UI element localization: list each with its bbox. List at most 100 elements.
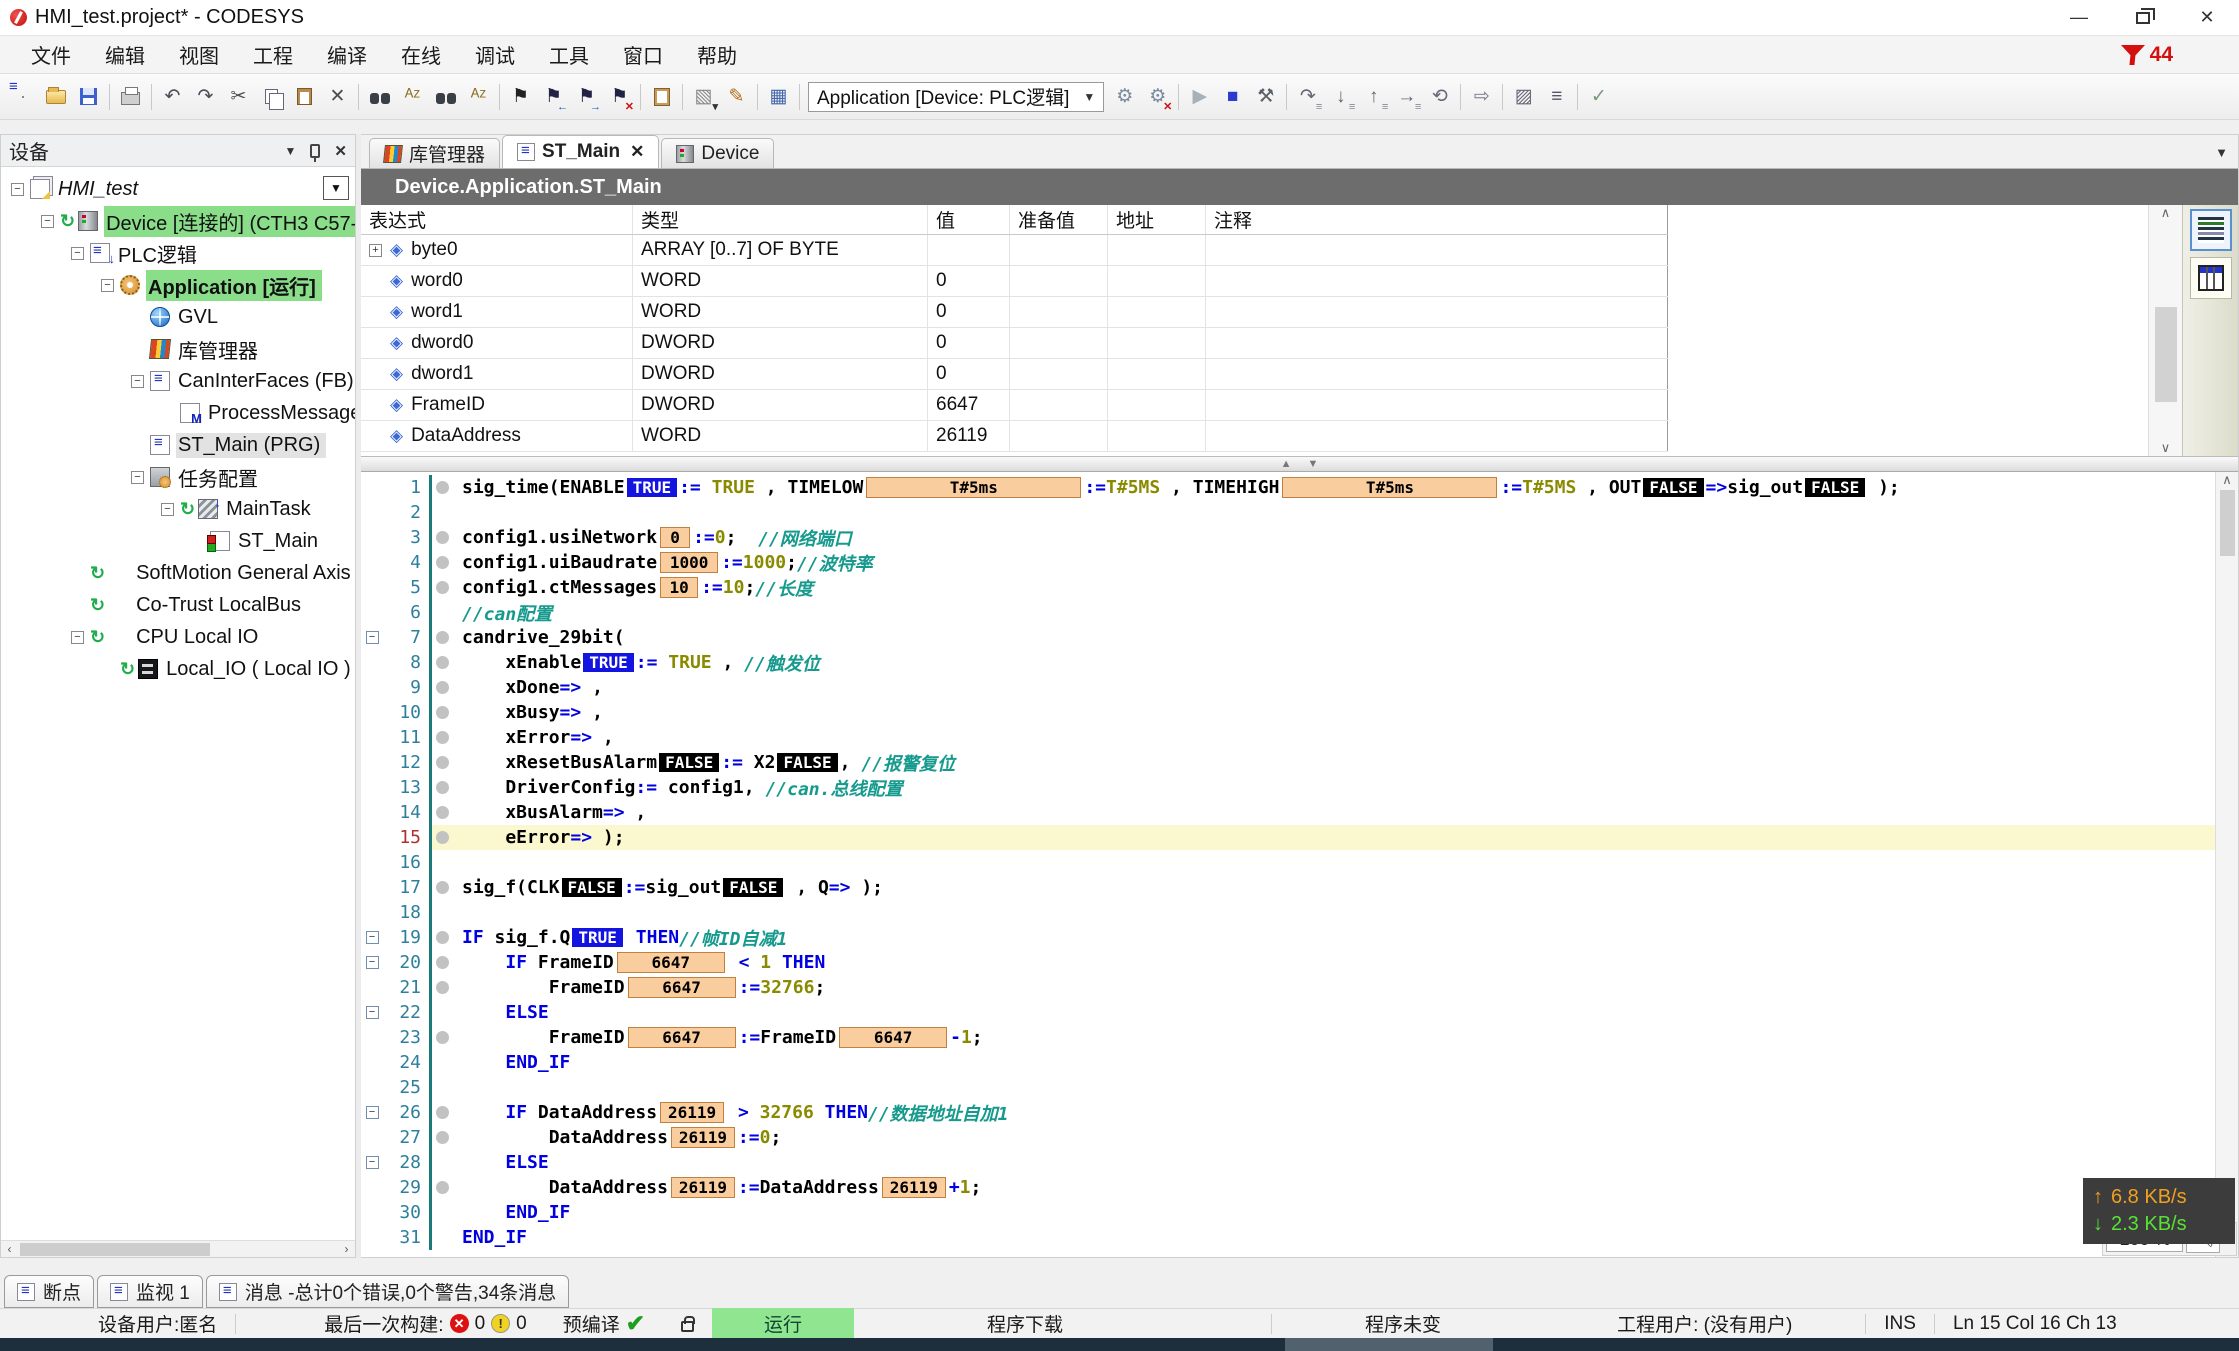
inline-monitor-value[interactable]: 6647 <box>628 977 736 998</box>
scrollbar-thumb[interactable] <box>2155 307 2177 402</box>
scroll-left-icon[interactable]: ‹ <box>1 1242 18 1256</box>
print-button[interactable] <box>114 80 147 114</box>
breakpoint-margin[interactable] <box>436 556 462 569</box>
redo-button[interactable]: ↷ <box>189 80 222 114</box>
inline-monitor-value[interactable]: 26119 <box>660 1102 724 1123</box>
tab-库管理器[interactable]: 库管理器 <box>369 138 500 168</box>
breakpoint-margin[interactable] <box>436 956 462 969</box>
menu-item-8[interactable]: 窗口 <box>606 42 680 72</box>
bookmark-prev-button[interactable]: ⚑← <box>537 80 570 114</box>
breakpoint-margin[interactable] <box>436 806 462 819</box>
flow-control-button[interactable]: ▨ <box>1507 80 1540 114</box>
table-row[interactable]: ◈DataAddressWORD26119 <box>361 421 1668 452</box>
scroll-down-icon[interactable]: ∨ <box>2161 440 2171 456</box>
close-button[interactable]: ✕ <box>2175 0 2239 35</box>
find-button[interactable] <box>363 80 396 114</box>
tree-item-st-main-prg-[interactable]: ST_Main (PRG) <box>1 429 355 461</box>
scroll-right-icon[interactable]: › <box>338 1242 355 1256</box>
inline-monitor-value[interactable]: T#5ms <box>866 477 1081 498</box>
new-object-button[interactable]: ▧▾ <box>687 80 720 114</box>
inline-monitor-value[interactable]: 26119 <box>671 1127 735 1148</box>
inline-monitor-value[interactable]: 0 <box>660 527 690 548</box>
fold-collapse-icon[interactable]: − <box>366 931 379 944</box>
table-row[interactable]: ◈word1WORD0 <box>361 297 1668 328</box>
breakpoint-margin[interactable] <box>436 631 462 644</box>
breakpoint-margin[interactable] <box>436 481 462 494</box>
inline-monitor-bool-false[interactable]: FALSE <box>562 878 622 897</box>
tree-item-maintask[interactable]: −↻MainTask <box>1 493 355 525</box>
menu-item-7[interactable]: 工具 <box>532 42 606 72</box>
device-dropdown-button[interactable]: ▼ <box>323 176 349 200</box>
breakpoint-margin[interactable] <box>436 1181 462 1194</box>
tree-item-local-io-local-io-[interactable]: ↻Local_IO ( Local IO ) <box>1 653 355 685</box>
column-header-4[interactable]: 地址 <box>1108 205 1206 234</box>
cut-button[interactable]: ✂ <box>222 80 255 114</box>
declaration-splitter[interactable]: ▲ ▼ <box>361 456 2238 472</box>
st-code-editor[interactable]: 1sig_time(ENABLETRUE:= TRUE , TIMELOWT#5… <box>361 472 2215 1257</box>
tree-item--[interactable]: −任务配置 <box>1 461 355 493</box>
tree-item-gvl[interactable]: GVL <box>1 301 355 333</box>
inline-monitor-bool-false[interactable]: FALSE <box>659 753 719 772</box>
inline-monitor-value[interactable]: 1000 <box>660 552 718 573</box>
breakpoint-margin[interactable] <box>436 931 462 944</box>
tree-expander-icon[interactable]: − <box>41 215 54 228</box>
prepared-value-cell[interactable] <box>1010 235 1108 265</box>
prepared-value-cell[interactable] <box>1010 328 1108 358</box>
input-assistant-button[interactable]: ▦ <box>762 80 795 114</box>
watch-scrollbar[interactable]: ∧ ∨ <box>2148 205 2182 456</box>
table-row[interactable]: ◈dword1DWORD0 <box>361 359 1668 390</box>
breakpoint-margin[interactable] <box>436 706 462 719</box>
breakpoint-margin[interactable] <box>436 581 462 594</box>
prepared-value-cell[interactable] <box>1010 297 1108 327</box>
fold-collapse-icon[interactable]: − <box>366 956 379 969</box>
undo-button[interactable]: ↶ <box>156 80 189 114</box>
menu-item-5[interactable]: 在线 <box>384 42 458 72</box>
minimize-button[interactable]: — <box>2047 0 2111 35</box>
code-scrollbar[interactable]: ∧ ∨ <box>2215 472 2238 1257</box>
breakpoint-margin[interactable] <box>436 731 462 744</box>
menu-item-1[interactable]: 编辑 <box>88 42 162 72</box>
new-file-button[interactable] <box>6 80 39 114</box>
inline-monitor-value[interactable]: 10 <box>660 577 698 598</box>
breakpoint-margin[interactable] <box>436 756 462 769</box>
run-to-cursor-button[interactable]: →≡ <box>1390 80 1423 114</box>
tree-item-st-main[interactable]: ST_Main <box>1 525 355 557</box>
inline-monitor-bool-true[interactable]: TRUE <box>627 478 678 497</box>
prepared-value-cell[interactable] <box>1010 266 1108 296</box>
inline-monitor-bool-false[interactable]: FALSE <box>777 753 837 772</box>
column-header-1[interactable]: 类型 <box>633 205 928 234</box>
menu-item-3[interactable]: 工程 <box>236 42 310 72</box>
table-row[interactable]: +◈byte0ARRAY [0..7] OF BYTE <box>361 235 1668 266</box>
tree-expander-icon[interactable]: − <box>161 503 174 516</box>
insert-mode[interactable]: INS <box>1866 1313 1934 1335</box>
inline-monitor-value[interactable]: 6647 <box>617 952 725 973</box>
table-row[interactable]: ◈word0WORD0 <box>361 266 1668 297</box>
breakpoint-margin[interactable] <box>436 1106 462 1119</box>
scrollbar-thumb[interactable] <box>2220 490 2235 556</box>
fold-collapse-icon[interactable]: − <box>366 1156 379 1169</box>
replace-button[interactable]: ᴬᶻ <box>396 80 429 114</box>
inline-monitor-value[interactable]: T#5ms <box>1282 477 1497 498</box>
fold-collapse-icon[interactable]: − <box>366 1006 379 1019</box>
reset-warm-button[interactable]: ⟲ <box>1423 80 1456 114</box>
restore-button[interactable] <box>2111 0 2175 35</box>
inline-monitor-bool-true[interactable]: TRUE <box>572 928 623 947</box>
stop-button[interactable]: ■ <box>1216 80 1249 114</box>
bookmark-next-button[interactable]: ⚑→ <box>570 80 603 114</box>
tree-item-plc-[interactable]: −PLC逻辑 <box>1 237 355 269</box>
breakpoint-margin[interactable] <box>436 531 462 544</box>
paste-object-button[interactable] <box>645 80 678 114</box>
step-into-button[interactable]: ↓≡ <box>1324 80 1357 114</box>
tree-item-caninterfaces-fb-[interactable]: −CanInterFaces (FB) <box>1 365 355 397</box>
column-header-5[interactable]: 注释 <box>1206 205 1668 234</box>
bottom-tab-1[interactable]: 监视 1 <box>97 1275 203 1308</box>
tab-device[interactable]: Device <box>661 138 774 168</box>
fold-collapse-icon[interactable]: − <box>366 1106 379 1119</box>
step-over-button[interactable]: ↷≡ <box>1291 80 1324 114</box>
prepared-value-cell[interactable] <box>1010 359 1108 389</box>
bookmark-toggle-button[interactable]: ⚑ <box>504 80 537 114</box>
breakpoint-margin[interactable] <box>436 831 462 844</box>
tree-item-processmessage[interactable]: ProcessMessage <box>1 397 355 429</box>
inline-monitor-bool-false[interactable]: FALSE <box>1643 478 1703 497</box>
delete-button[interactable]: ✕ <box>321 80 354 114</box>
